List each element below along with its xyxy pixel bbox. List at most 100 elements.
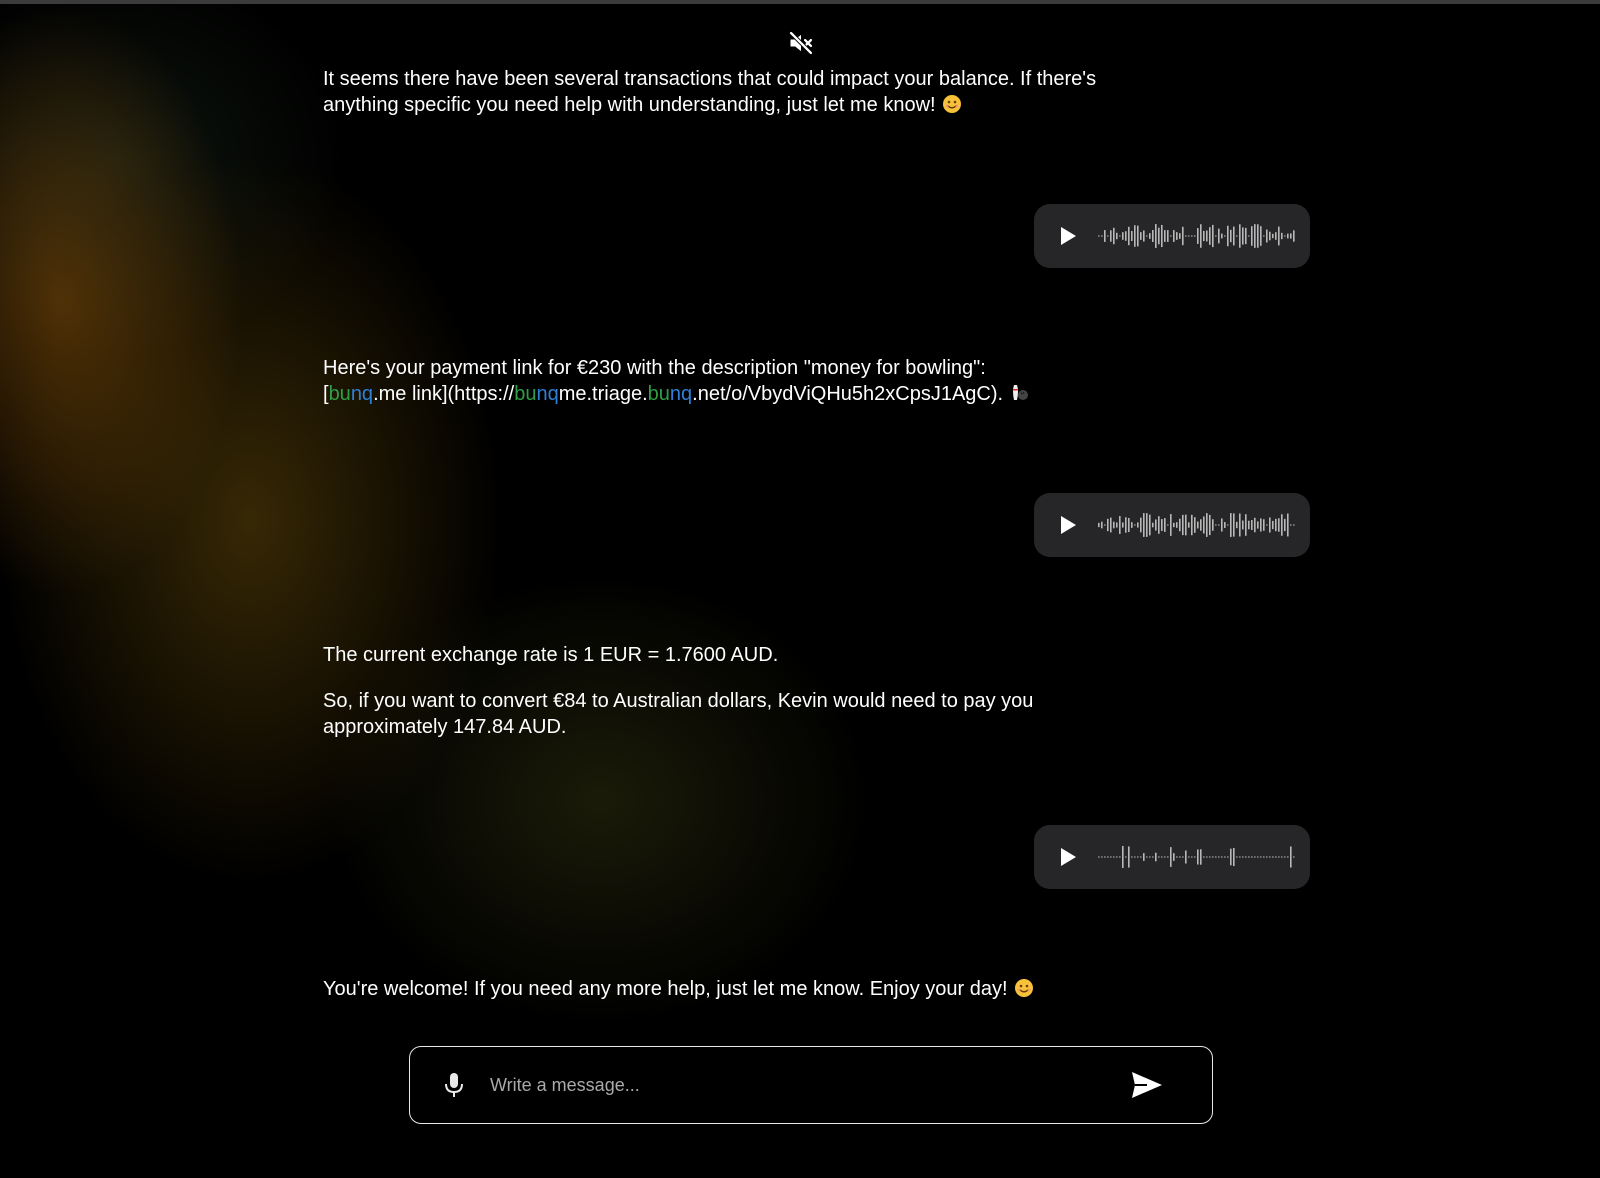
waveform-bar	[1227, 524, 1229, 526]
smiling-face-emoji	[1014, 979, 1033, 997]
waveform-bar	[1128, 517, 1130, 533]
waveform-bar	[1131, 230, 1133, 242]
waveform-bar	[1179, 233, 1181, 239]
waveform-bar	[1209, 227, 1211, 245]
waveform-bar	[1194, 517, 1196, 533]
waveform-bar	[1179, 856, 1181, 858]
waveform-bar	[1221, 856, 1223, 858]
waveform-bar	[1293, 524, 1295, 526]
waveform-bar	[1131, 522, 1133, 528]
waveform-bar	[1152, 522, 1154, 528]
play-button[interactable]	[1056, 845, 1080, 869]
waveform-bar	[1275, 232, 1277, 240]
waveform-bar	[1275, 856, 1277, 858]
waveform-bar	[1233, 226, 1235, 246]
waveform-bar	[1290, 524, 1292, 526]
waveform-bar	[1173, 853, 1175, 861]
waveform-bar	[1203, 516, 1205, 534]
message-text: You're welcome! If you need any more hel…	[323, 978, 1008, 1000]
waveform-bar	[1215, 524, 1217, 526]
waveform-bar	[1191, 856, 1193, 858]
waveform-bar	[1203, 856, 1205, 858]
waveform-bar	[1110, 230, 1112, 242]
play-button[interactable]	[1056, 513, 1080, 537]
waveform-bar	[1200, 224, 1202, 248]
waveform-bar	[1167, 524, 1169, 526]
waveform-bar	[1140, 232, 1142, 240]
waveform-bar	[1116, 522, 1118, 528]
waveform-bar	[1278, 226, 1280, 246]
waveform-bar	[1170, 514, 1172, 536]
waveform-bar	[1098, 522, 1100, 528]
waveform-bar	[1164, 518, 1166, 532]
waveform-bar	[1236, 235, 1238, 237]
send-button[interactable]	[1130, 1068, 1164, 1102]
waveform-bar	[1263, 235, 1265, 237]
waveform-bar	[1290, 233, 1292, 239]
waveform-bar	[1155, 224, 1157, 248]
waveform-bar	[1110, 856, 1112, 858]
waveform-bar	[1272, 233, 1274, 239]
waveform-bar	[1185, 235, 1187, 237]
payment-link-text[interactable]: [bunq.me link](https://bunqme.triage.bun…	[323, 383, 1003, 405]
waveform-bar	[1182, 514, 1184, 536]
waveform-bar	[1242, 520, 1244, 530]
waveform-bar	[1212, 519, 1214, 531]
waveform-bar	[1182, 226, 1184, 246]
waveform-bar	[1179, 518, 1181, 532]
message-text: So, if you want to convert €84 to Austra…	[323, 690, 1034, 738]
waveform-bar	[1173, 230, 1175, 242]
audio-waveform	[1098, 846, 1295, 868]
audio-waveform	[1098, 513, 1295, 537]
waveform-bar	[1116, 856, 1118, 858]
waveform-bar	[1233, 847, 1235, 867]
waveform-bar	[1125, 231, 1127, 241]
waveform-bar	[1101, 521, 1103, 529]
waveform-bar	[1284, 856, 1286, 858]
waveform-bar	[1152, 229, 1154, 243]
waveform-bar	[1194, 856, 1196, 858]
assistant-message: The current exchange rate is 1 EUR = 1.7…	[323, 642, 1103, 740]
waveform-bar	[1167, 856, 1169, 858]
waveform-bar	[1221, 233, 1223, 239]
mute-toggle[interactable]	[786, 28, 816, 58]
waveform-bar	[1143, 513, 1145, 537]
waveform-bar	[1224, 522, 1226, 528]
waveform-bar	[1188, 235, 1190, 237]
voice-message	[1034, 204, 1310, 268]
waveform-bar	[1293, 230, 1295, 242]
waveform-bar	[1113, 521, 1115, 529]
waveform-bar	[1266, 856, 1268, 858]
waveform-bar	[1170, 847, 1172, 867]
waveform-bar	[1209, 514, 1211, 536]
waveform-bar	[1275, 518, 1277, 532]
microphone-icon	[445, 1073, 463, 1097]
waveform-bar	[1287, 856, 1289, 858]
microphone-button[interactable]	[440, 1071, 468, 1099]
waveform-bar	[1197, 228, 1199, 244]
message-input[interactable]	[488, 1073, 1130, 1097]
waveform-bar	[1284, 235, 1286, 237]
waveform-bar	[1281, 232, 1283, 240]
waveform-bar	[1218, 524, 1220, 526]
assistant-message: It seems there have been several transac…	[323, 66, 1103, 118]
bowling-emoji	[1013, 385, 1029, 400]
waveform-bar	[1257, 224, 1259, 248]
play-icon	[1061, 516, 1076, 534]
waveform-bar	[1161, 856, 1163, 858]
waveform-bar	[1119, 516, 1121, 534]
waveform-bar	[1125, 517, 1127, 533]
waveform-bar	[1185, 850, 1187, 864]
waveform-bar	[1260, 518, 1262, 532]
waveform-bar	[1263, 519, 1265, 531]
assistant-message: You're welcome! If you need any more hel…	[323, 976, 1103, 1002]
voice-message	[1034, 825, 1310, 889]
waveform-bar	[1290, 846, 1292, 868]
waveform-bar	[1203, 230, 1205, 242]
waveform-bar	[1227, 225, 1229, 247]
waveform-bar	[1284, 518, 1286, 532]
waveform-bar	[1107, 235, 1109, 237]
waveform-bar	[1134, 225, 1136, 247]
waveform-bar	[1209, 856, 1211, 858]
play-button[interactable]	[1056, 224, 1080, 248]
